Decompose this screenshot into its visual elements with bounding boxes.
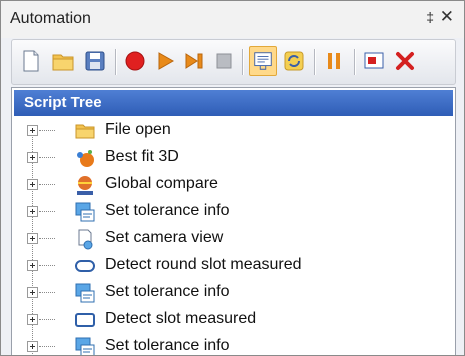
expand-icon[interactable] [27,179,38,190]
tree-item[interactable]: Detect round slot measured [12,253,453,279]
script-tree-header: Script Tree [14,90,453,116]
record-icon [125,51,145,71]
tree-item-label: Detect slot measured [105,310,257,327]
tree-item[interactable]: Set tolerance info [12,199,453,225]
tree-item[interactable]: Set tolerance info [12,334,453,355]
panel-title: Automation [10,10,91,27]
script-editor-button[interactable] [249,46,277,76]
expand-icon[interactable] [27,125,38,136]
tolerance-icon [74,336,96,355]
expand-icon[interactable] [27,341,38,352]
capture-button[interactable] [362,49,386,73]
expand-icon[interactable] [27,260,38,271]
automation-panel: Automation ‡ ✕ Script Tree File open Bes… [0,0,465,356]
delete-icon [396,52,414,70]
tree-item[interactable]: Detect slot measured [12,307,453,333]
slot-icon [74,309,96,331]
script-tree-title: Script Tree [24,94,102,111]
folder-icon [52,54,74,71]
delete-button[interactable] [393,49,417,73]
panel-title-bar: Automation ‡ ✕ [1,1,464,38]
script-tree: Script Tree File open Best fit 3D Global… [11,87,456,355]
camera-view-icon [74,228,96,250]
tree-item-label: Set camera view [105,229,224,246]
tree-item-label: Detect round slot measured [105,256,302,273]
tree-item-label: Set tolerance info [105,337,230,354]
tree-item[interactable]: Best fit 3D [12,145,453,171]
tree-item-label: Best fit 3D [105,148,179,165]
floppy-disk-icon [85,51,105,71]
folder-icon [74,120,96,142]
round-slot-icon [74,255,96,277]
stop-button[interactable] [212,49,236,73]
best-fit-icon [74,147,96,169]
automation-toolbar [11,39,456,85]
play-icon [158,52,175,70]
stop-icon [216,53,232,69]
expand-icon[interactable] [27,314,38,325]
script-editor-icon [254,52,272,70]
tree-item[interactable]: Global compare [12,172,453,198]
tree-item-label: File open [105,121,171,138]
refresh-icon [284,51,304,71]
expand-icon[interactable] [27,152,38,163]
step-button[interactable] [182,49,206,73]
pause-button[interactable] [322,49,346,73]
pause-icon [328,53,340,69]
expand-icon[interactable] [27,287,38,298]
tree-item[interactable]: Set tolerance info [12,280,453,306]
tree-item[interactable]: Set camera view [12,226,453,252]
expand-icon[interactable] [27,233,38,244]
new-script-button[interactable] [19,49,43,73]
tolerance-icon [74,282,96,304]
pin-icon[interactable]: ‡ [426,9,434,25]
save-script-button[interactable] [83,49,107,73]
screenshot-icon [364,52,384,69]
expand-icon[interactable] [27,206,38,217]
open-script-button[interactable] [51,49,75,73]
record-button[interactable] [123,49,147,73]
tree-item-label: Set tolerance info [105,283,230,300]
global-compare-icon [74,174,96,196]
tree-item-label: Set tolerance info [105,202,230,219]
new-document-icon [23,50,39,72]
tree-item-label: Global compare [105,175,218,192]
tree-item[interactable]: File open [12,118,453,144]
step-forward-icon [185,53,203,69]
play-button[interactable] [153,49,177,73]
refresh-button[interactable] [282,49,306,73]
tolerance-icon [74,201,96,223]
close-icon[interactable]: ✕ [440,7,454,27]
